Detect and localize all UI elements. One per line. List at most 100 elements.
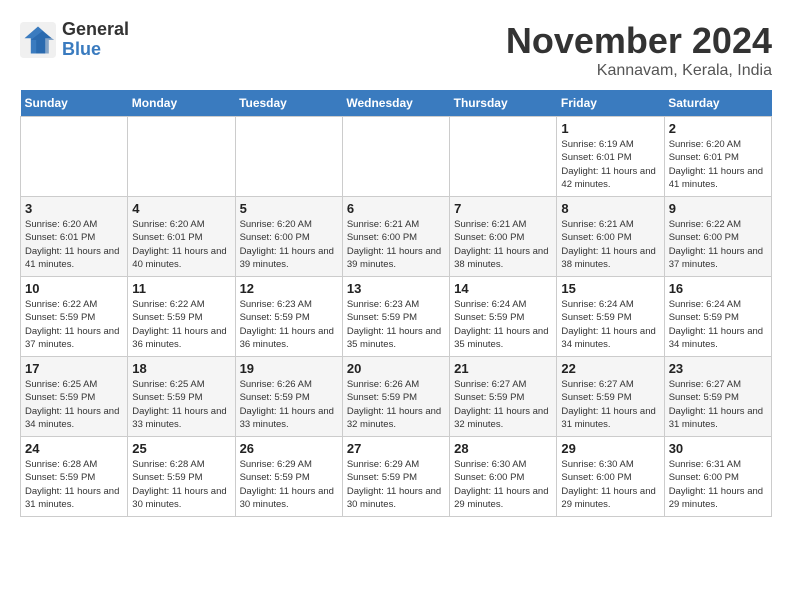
day-number: 11 (132, 281, 230, 296)
calendar-cell: 5 Sunrise: 6:20 AM Sunset: 6:00 PM Daylig… (235, 197, 342, 277)
day-number: 5 (240, 201, 338, 216)
day-number: 25 (132, 441, 230, 456)
calendar-cell: 10Sunrise: 6:22 AM Sunset: 5:59 PM Dayli… (21, 277, 128, 357)
calendar-cell: 6 Sunrise: 6:21 AM Sunset: 6:00 PM Daylig… (342, 197, 449, 277)
day-number: 20 (347, 361, 445, 376)
calendar-cell: 2 Sunrise: 6:20 AM Sunset: 6:01 PM Daylig… (664, 117, 771, 197)
day-info: Sunrise: 6:26 AM Sunset: 5:59 PM Dayligh… (347, 378, 445, 431)
location: Kannavam, Kerala, India (506, 62, 772, 80)
calendar-cell: 28Sunrise: 6:30 AM Sunset: 6:00 PM Dayli… (450, 437, 557, 517)
calendar-cell: 8 Sunrise: 6:21 AM Sunset: 6:00 PM Daylig… (557, 197, 664, 277)
day-number: 16 (669, 281, 767, 296)
calendar-cell: 30Sunrise: 6:31 AM Sunset: 6:00 PM Dayli… (664, 437, 771, 517)
weekday-header-friday: Friday (557, 90, 664, 117)
day-number: 1 (561, 121, 659, 136)
weekday-header-wednesday: Wednesday (342, 90, 449, 117)
day-number: 27 (347, 441, 445, 456)
day-info: Sunrise: 6:22 AM Sunset: 5:59 PM Dayligh… (132, 298, 230, 351)
day-number: 19 (240, 361, 338, 376)
day-info: Sunrise: 6:25 AM Sunset: 5:59 PM Dayligh… (132, 378, 230, 431)
weekday-header-sunday: Sunday (21, 90, 128, 117)
weekday-header-tuesday: Tuesday (235, 90, 342, 117)
calendar-cell: 11 Sunrise: 6:22 AM Sunset: 5:59 PM Dayli… (128, 277, 235, 357)
day-info: Sunrise: 6:27 AM Sunset: 5:59 PM Dayligh… (561, 378, 659, 431)
day-number: 21 (454, 361, 552, 376)
calendar-cell: 4Sunrise: 6:20 AM Sunset: 6:01 PM Daylig… (128, 197, 235, 277)
day-number: 8 (561, 201, 659, 216)
calendar-cell: 14Sunrise: 6:24 AM Sunset: 5:59 PM Dayli… (450, 277, 557, 357)
week-row-5: 24Sunrise: 6:28 AM Sunset: 5:59 PM Dayli… (21, 437, 772, 517)
logo-line2: Blue (62, 40, 129, 60)
day-info: Sunrise: 6:19 AM Sunset: 6:01 PM Dayligh… (561, 138, 659, 191)
day-number: 29 (561, 441, 659, 456)
day-info: Sunrise: 6:20 AM Sunset: 6:01 PM Dayligh… (132, 218, 230, 271)
day-info: Sunrise: 6:20 AM Sunset: 6:00 PM Dayligh… (240, 218, 338, 271)
day-info: Sunrise: 6:28 AM Sunset: 5:59 PM Dayligh… (25, 458, 123, 511)
day-info: Sunrise: 6:26 AM Sunset: 5:59 PM Dayligh… (240, 378, 338, 431)
calendar-cell: 12 Sunrise: 6:23 AM Sunset: 5:59 PM Dayli… (235, 277, 342, 357)
calendar-cell: 3Sunrise: 6:20 AM Sunset: 6:01 PM Daylig… (21, 197, 128, 277)
day-info: Sunrise: 6:23 AM Sunset: 5:59 PM Dayligh… (240, 298, 338, 351)
day-info: Sunrise: 6:29 AM Sunset: 5:59 PM Dayligh… (347, 458, 445, 511)
day-info: Sunrise: 6:27 AM Sunset: 5:59 PM Dayligh… (669, 378, 767, 431)
calendar-cell: 27 Sunrise: 6:29 AM Sunset: 5:59 PM Dayli… (342, 437, 449, 517)
calendar-cell: 21 Sunrise: 6:27 AM Sunset: 5:59 PM Dayli… (450, 357, 557, 437)
day-info: Sunrise: 6:22 AM Sunset: 6:00 PM Dayligh… (669, 218, 767, 271)
day-number: 26 (240, 441, 338, 456)
day-info: Sunrise: 6:24 AM Sunset: 5:59 PM Dayligh… (561, 298, 659, 351)
day-number: 6 (347, 201, 445, 216)
day-number: 7 (454, 201, 552, 216)
day-info: Sunrise: 6:25 AM Sunset: 5:59 PM Dayligh… (25, 378, 123, 431)
calendar-cell (21, 117, 128, 197)
calendar-cell: 25Sunrise: 6:28 AM Sunset: 5:59 PM Dayli… (128, 437, 235, 517)
weekday-header-monday: Monday (128, 90, 235, 117)
day-info: Sunrise: 6:31 AM Sunset: 6:00 PM Dayligh… (669, 458, 767, 511)
calendar-cell: 15 Sunrise: 6:24 AM Sunset: 5:59 PM Dayli… (557, 277, 664, 357)
calendar-cell: 23 Sunrise: 6:27 AM Sunset: 5:59 PM Dayli… (664, 357, 771, 437)
calendar-cell: 29 Sunrise: 6:30 AM Sunset: 6:00 PM Dayli… (557, 437, 664, 517)
weekday-header-row: SundayMondayTuesdayWednesdayThursdayFrid… (21, 90, 772, 117)
logo: General Blue (20, 20, 129, 60)
day-info: Sunrise: 6:30 AM Sunset: 6:00 PM Dayligh… (454, 458, 552, 511)
day-number: 22 (561, 361, 659, 376)
day-number: 15 (561, 281, 659, 296)
day-number: 18 (132, 361, 230, 376)
day-info: Sunrise: 6:29 AM Sunset: 5:59 PM Dayligh… (240, 458, 338, 511)
day-info: Sunrise: 6:23 AM Sunset: 5:59 PM Dayligh… (347, 298, 445, 351)
calendar-cell (450, 117, 557, 197)
day-number: 12 (240, 281, 338, 296)
calendar-cell (342, 117, 449, 197)
day-info: Sunrise: 6:30 AM Sunset: 6:00 PM Dayligh… (561, 458, 659, 511)
day-number: 3 (25, 201, 123, 216)
day-number: 23 (669, 361, 767, 376)
day-number: 13 (347, 281, 445, 296)
week-row-4: 17 Sunrise: 6:25 AM Sunset: 5:59 PM Dayli… (21, 357, 772, 437)
month-title: November 2024 (506, 20, 772, 62)
calendar-cell (235, 117, 342, 197)
day-info: Sunrise: 6:20 AM Sunset: 6:01 PM Dayligh… (669, 138, 767, 191)
day-info: Sunrise: 6:21 AM Sunset: 6:00 PM Dayligh… (347, 218, 445, 271)
calendar-cell: 9 Sunrise: 6:22 AM Sunset: 6:00 PM Daylig… (664, 197, 771, 277)
calendar-table: SundayMondayTuesdayWednesdayThursdayFrid… (20, 90, 772, 517)
calendar-cell: 16Sunrise: 6:24 AM Sunset: 5:59 PM Dayli… (664, 277, 771, 357)
calendar-cell: 18 Sunrise: 6:25 AM Sunset: 5:59 PM Dayli… (128, 357, 235, 437)
day-info: Sunrise: 6:22 AM Sunset: 5:59 PM Dayligh… (25, 298, 123, 351)
day-info: Sunrise: 6:24 AM Sunset: 5:59 PM Dayligh… (454, 298, 552, 351)
calendar-cell: 26 Sunrise: 6:29 AM Sunset: 5:59 PM Dayli… (235, 437, 342, 517)
calendar-cell: 13 Sunrise: 6:23 AM Sunset: 5:59 PM Dayli… (342, 277, 449, 357)
weekday-header-saturday: Saturday (664, 90, 771, 117)
day-number: 2 (669, 121, 767, 136)
calendar-cell: 24Sunrise: 6:28 AM Sunset: 5:59 PM Dayli… (21, 437, 128, 517)
weekday-header-thursday: Thursday (450, 90, 557, 117)
day-info: Sunrise: 6:27 AM Sunset: 5:59 PM Dayligh… (454, 378, 552, 431)
day-info: Sunrise: 6:21 AM Sunset: 6:00 PM Dayligh… (561, 218, 659, 271)
calendar-cell (128, 117, 235, 197)
page-header: General Blue November 2024 Kannavam, Ker… (20, 20, 772, 80)
day-number: 17 (25, 361, 123, 376)
week-row-3: 10Sunrise: 6:22 AM Sunset: 5:59 PM Dayli… (21, 277, 772, 357)
day-number: 9 (669, 201, 767, 216)
title-block: November 2024 Kannavam, Kerala, India (506, 20, 772, 80)
week-row-2: 3 Sunrise: 6:20 AM Sunset: 6:01 PM Daylig… (21, 197, 772, 277)
logo-text: General Blue (62, 20, 129, 60)
calendar-cell: 17 Sunrise: 6:25 AM Sunset: 5:59 PM Dayli… (21, 357, 128, 437)
